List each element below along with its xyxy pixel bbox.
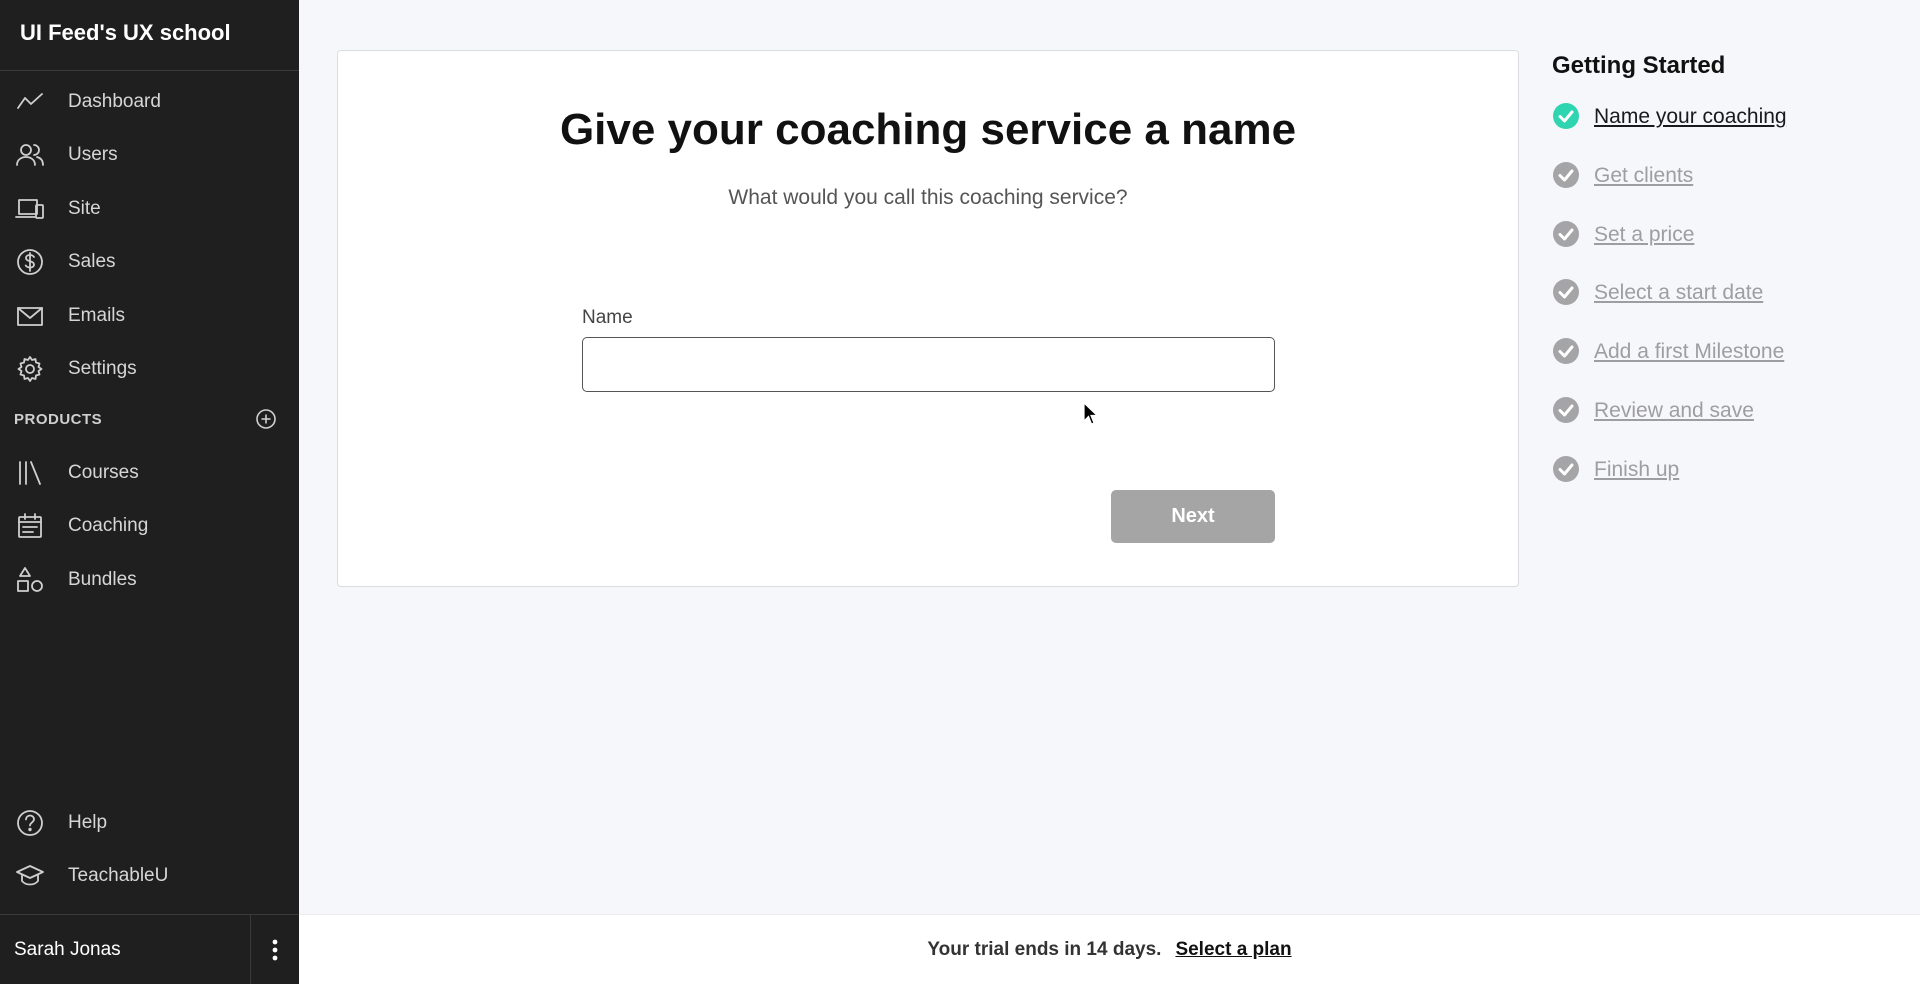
add-product-icon[interactable] xyxy=(255,408,277,430)
trial-text: Your trial ends in 14 days. xyxy=(927,938,1162,960)
sidebar-item-label: Emails xyxy=(68,304,126,326)
step-label[interactable]: Name your coaching xyxy=(1594,102,1787,129)
question-circle-icon xyxy=(14,807,46,839)
main-nav: Dashboard Users Site Sales Emails Settin… xyxy=(0,71,299,396)
dollar-circle-icon xyxy=(14,246,46,278)
sidebar-item-label: Dashboard xyxy=(68,90,161,112)
step-select-a-start-date[interactable]: Select a start date xyxy=(1552,278,1892,337)
users-icon xyxy=(14,139,46,171)
step-label[interactable]: Finish up xyxy=(1594,455,1679,482)
devices-icon xyxy=(14,193,46,225)
step-label[interactable]: Add a first Milestone xyxy=(1594,337,1784,364)
user-bar: Sarah Jonas xyxy=(0,914,299,984)
sidebar-item-courses[interactable]: Courses xyxy=(0,446,299,500)
products-nav: Courses Coaching Bundles xyxy=(0,446,299,607)
bottom-nav: Help TeachableU xyxy=(0,796,299,903)
step-add-a-first-milestone[interactable]: Add a first Milestone xyxy=(1552,337,1892,396)
products-label: PRODUCTS xyxy=(14,410,103,428)
select-plan-link[interactable]: Select a plan xyxy=(1175,939,1291,961)
page-title: Give your coaching service a name xyxy=(559,105,1297,154)
check-circle-icon xyxy=(1552,455,1580,483)
sidebar-item-label: Help xyxy=(68,811,108,833)
getting-started-title: Getting Started xyxy=(1552,52,1726,79)
sidebar: UI Feed's UX school Dashboard Users Site… xyxy=(0,0,299,984)
user-name[interactable]: Sarah Jonas xyxy=(0,939,250,961)
sidebar-item-settings[interactable]: Settings xyxy=(0,343,299,397)
sidebar-item-teachableu[interactable]: TeachableU xyxy=(0,850,299,904)
sidebar-item-label: Coaching xyxy=(68,515,149,537)
name-field-label: Name xyxy=(582,307,633,328)
library-icon xyxy=(14,457,46,489)
step-label[interactable]: Set a price xyxy=(1594,220,1694,247)
envelope-icon xyxy=(14,300,46,332)
trend-line-icon xyxy=(14,86,46,118)
sidebar-item-bundles[interactable]: Bundles xyxy=(0,553,299,607)
check-circle-icon xyxy=(1552,161,1580,189)
sidebar-item-sales[interactable]: Sales xyxy=(0,236,299,290)
check-circle-icon xyxy=(1552,102,1580,130)
sidebar-item-site[interactable]: Site xyxy=(0,182,299,236)
products-header: PRODUCTS xyxy=(0,398,299,440)
gear-icon xyxy=(14,353,46,385)
sidebar-item-label: Users xyxy=(68,144,118,166)
sidebar-item-label: Sales xyxy=(68,251,116,273)
step-label[interactable]: Review and save xyxy=(1594,396,1754,423)
check-circle-icon xyxy=(1552,396,1580,424)
more-vertical-icon[interactable] xyxy=(250,915,299,984)
sidebar-item-emails[interactable]: Emails xyxy=(0,289,299,343)
check-circle-icon xyxy=(1552,220,1580,248)
check-circle-icon xyxy=(1552,278,1580,306)
sidebar-item-users[interactable]: Users xyxy=(0,129,299,183)
name-input[interactable] xyxy=(582,337,1275,392)
step-label[interactable]: Get clients xyxy=(1594,161,1693,188)
sidebar-item-label: Settings xyxy=(68,358,137,380)
sidebar-item-help[interactable]: Help xyxy=(0,796,299,850)
sidebar-item-label: Bundles xyxy=(68,568,137,590)
sidebar-item-label: Site xyxy=(68,197,101,219)
mouse-pointer-icon xyxy=(1083,402,1099,425)
page-subtitle: What would you call this coaching servic… xyxy=(728,186,1128,209)
name-coaching-card: Give your coaching service a name What w… xyxy=(337,50,1519,587)
check-circle-icon xyxy=(1552,337,1580,365)
calendar-icon xyxy=(14,510,46,542)
step-name-your-coaching[interactable]: Name your coaching xyxy=(1552,102,1892,161)
getting-started-panel: Getting Started Name your coaching Get c… xyxy=(1552,50,1892,514)
sidebar-item-dashboard[interactable]: Dashboard xyxy=(0,75,299,129)
step-review-and-save[interactable]: Review and save xyxy=(1552,396,1892,455)
sidebar-item-label: Courses xyxy=(68,461,139,483)
shapes-icon xyxy=(14,564,46,596)
step-label[interactable]: Select a start date xyxy=(1594,278,1763,305)
sidebar-item-label: TeachableU xyxy=(68,865,169,887)
next-button[interactable]: Next xyxy=(1111,490,1275,543)
step-finish-up[interactable]: Finish up xyxy=(1552,455,1892,514)
trial-banner: Your trial ends in 14 days. Select a pla… xyxy=(299,914,1920,984)
step-get-clients[interactable]: Get clients xyxy=(1552,161,1892,220)
school-name[interactable]: UI Feed's UX school xyxy=(0,0,299,71)
step-set-a-price[interactable]: Set a price xyxy=(1552,220,1892,279)
sidebar-item-coaching[interactable]: Coaching xyxy=(0,500,299,554)
graduation-cap-icon xyxy=(14,860,46,892)
